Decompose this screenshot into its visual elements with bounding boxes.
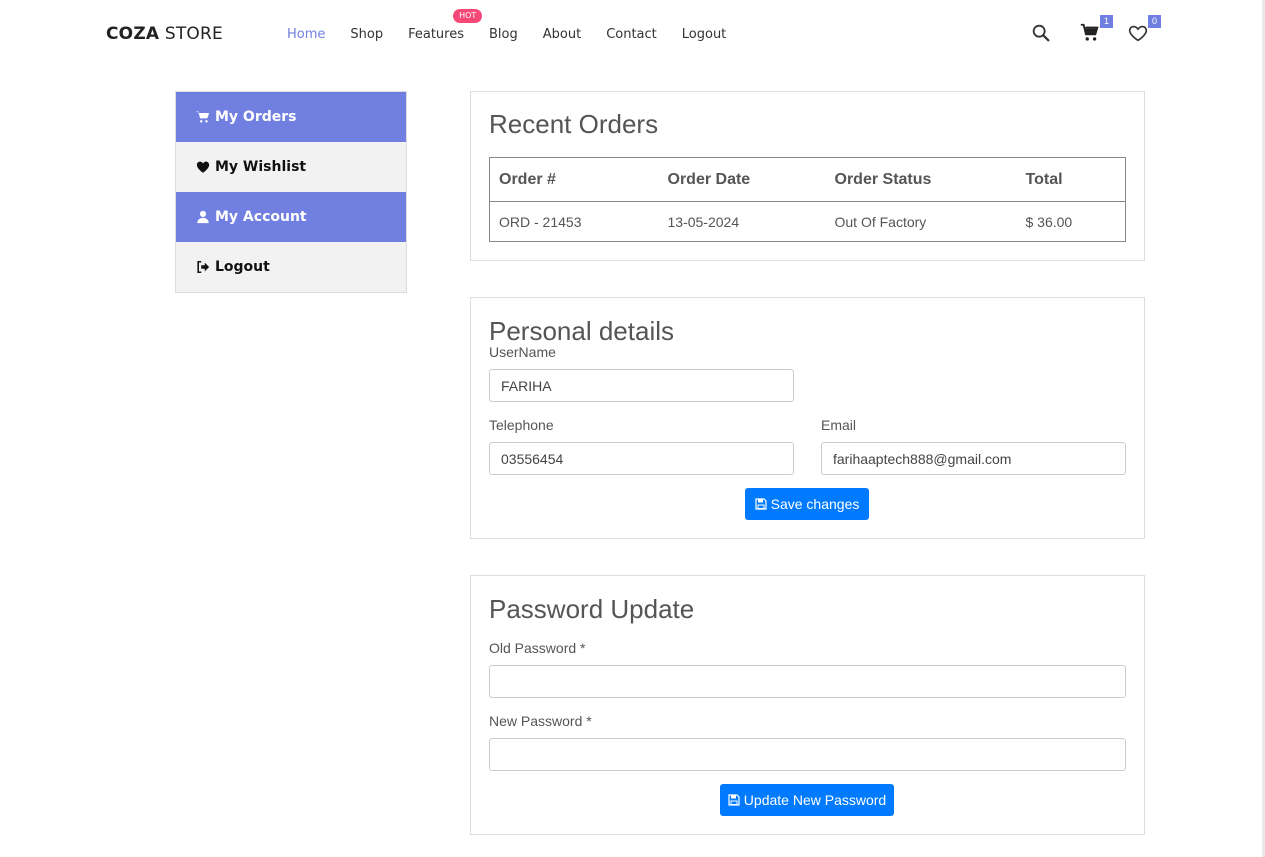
personal-details-title: Personal details bbox=[489, 316, 674, 346]
account-sidebar: My Orders My Wishlist My Account Logout bbox=[175, 91, 407, 293]
sidebar-item-my-wishlist[interactable]: My Wishlist bbox=[176, 142, 406, 192]
order-number-cell: ORD - 21453 bbox=[499, 213, 582, 230]
search-button[interactable] bbox=[1030, 22, 1054, 46]
wishlist-button[interactable]: 0 bbox=[1127, 15, 1161, 46]
column-header: Order Date bbox=[658, 157, 826, 202]
nav-features[interactable]: Features HOT bbox=[408, 9, 483, 42]
cart-count: 1 bbox=[1099, 15, 1113, 28]
cart-icon bbox=[195, 110, 211, 124]
nav-features-label: Features bbox=[408, 27, 464, 42]
new-password-field[interactable] bbox=[489, 738, 1126, 771]
table-row[interactable]: ORD - 21453 13-05-2024 Out Of Factory $ … bbox=[490, 202, 1126, 242]
update-password-label: Update New Password bbox=[743, 792, 887, 808]
sidebar-item-my-account[interactable]: My Account bbox=[176, 192, 406, 242]
cart-icon bbox=[1080, 23, 1099, 41]
sidebar-item-label: My Orders bbox=[215, 109, 297, 125]
old-password-field[interactable] bbox=[489, 665, 1126, 698]
user-icon bbox=[195, 210, 211, 224]
recent-orders-title: Recent Orders bbox=[489, 109, 659, 139]
order-date-cell: 13-05-2024 bbox=[667, 213, 740, 230]
site-header: COZA STORE Home Shop Features HOT Blog Ab… bbox=[0, 0, 1262, 68]
nav-contact[interactable]: Contact bbox=[606, 27, 657, 42]
main-nav: Home Shop Features HOT Blog About Contact… bbox=[287, 9, 751, 42]
floppy-disk-icon bbox=[728, 794, 740, 806]
wishlist-count: 0 bbox=[1147, 15, 1161, 28]
nav-shop[interactable]: Shop bbox=[350, 27, 383, 42]
password-update-title: Password Update bbox=[489, 594, 695, 624]
order-total-cell: $ 36.00 bbox=[1025, 213, 1073, 230]
nav-logout[interactable]: Logout bbox=[682, 27, 727, 42]
search-icon bbox=[1032, 24, 1050, 42]
recent-orders-card: Recent Orders Order # Order Date Order S… bbox=[470, 91, 1145, 261]
floppy-disk-icon bbox=[755, 498, 767, 510]
email-field[interactable] bbox=[821, 442, 1126, 475]
nav-home[interactable]: Home bbox=[287, 27, 325, 42]
username-label: UserName bbox=[489, 344, 556, 360]
sign-out-icon bbox=[195, 260, 211, 274]
sidebar-item-my-orders[interactable]: My Orders bbox=[176, 92, 406, 142]
order-status-cell: Out Of Factory bbox=[834, 213, 927, 230]
sidebar-item-label: My Account bbox=[215, 209, 307, 225]
email-label: Email bbox=[821, 417, 857, 433]
orders-header-row: Order # Order Date Order Status Total bbox=[489, 157, 1126, 202]
heart-icon bbox=[195, 160, 211, 174]
orders-table: Order # Order Date Order Status Total OR… bbox=[489, 157, 1126, 242]
old-password-label: Old Password * bbox=[489, 640, 586, 656]
column-header: Order Status bbox=[825, 157, 1017, 202]
update-password-button[interactable]: Update New Password bbox=[720, 784, 894, 816]
sidebar-item-label: My Wishlist bbox=[215, 159, 307, 175]
sidebar-item-label: Logout bbox=[215, 259, 270, 275]
hot-badge: HOT bbox=[453, 9, 483, 23]
username-field[interactable] bbox=[489, 369, 794, 402]
save-changes-button[interactable]: Save changes bbox=[745, 488, 869, 520]
personal-details-card: Personal details UserName Telephone Emai… bbox=[470, 297, 1145, 539]
site-logo[interactable]: COZA STORE bbox=[106, 24, 223, 44]
telephone-field[interactable] bbox=[489, 442, 794, 475]
nav-about[interactable]: About bbox=[543, 27, 581, 42]
telephone-label: Telephone bbox=[489, 417, 554, 433]
heart-outline-icon bbox=[1128, 25, 1148, 42]
column-header: Order # bbox=[489, 157, 659, 202]
column-header: Total bbox=[1016, 157, 1126, 202]
nav-blog[interactable]: Blog bbox=[489, 27, 518, 42]
sidebar-item-logout[interactable]: Logout bbox=[176, 242, 406, 292]
password-update-card: Password Update Old Password * New Passw… bbox=[470, 575, 1145, 835]
new-password-label: New Password * bbox=[489, 713, 592, 729]
cart-button[interactable]: 1 bbox=[1079, 15, 1113, 46]
save-changes-label: Save changes bbox=[770, 496, 860, 512]
